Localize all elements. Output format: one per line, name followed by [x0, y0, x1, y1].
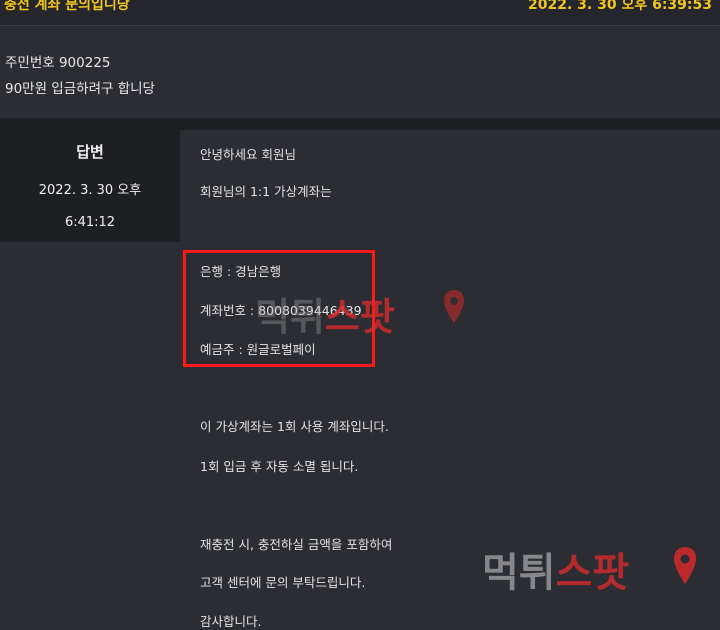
- answer-body: 안녕하세요 회원님 회원님의 1:1 가상계좌는 은행 : 경남은행 계좌번호 …: [180, 130, 720, 629]
- watermark-corner: 먹튀스팟: [482, 540, 629, 598]
- answer-label: 답변: [76, 143, 104, 161]
- inquiry-title: 충전 계좌 문의입니당: [4, 0, 130, 13]
- watermark-text-part2: 스팟: [324, 295, 395, 339]
- watermark-text-part1: 먹튀: [255, 295, 325, 339]
- answer-line-thanks: 감사합니다.: [200, 614, 262, 629]
- location-pin-icon: [444, 290, 464, 323]
- question-line-1: 주민번호 900225: [5, 55, 111, 71]
- answer-date: 2022. 3. 30 오후: [38, 183, 142, 198]
- question-body: 주민번호 900225 90만원 입금하려구 합니당: [0, 26, 720, 118]
- answer-line-notice-1: 이 가상계좌는 1회 사용 계좌입니다.: [200, 419, 389, 434]
- answer-time: 6:41:12: [64, 215, 116, 230]
- answer-line-notice-2: 1회 입금 후 자동 소멸 됩니다.: [200, 459, 359, 474]
- question-line-2: 90만원 입금하려구 합니당: [5, 81, 155, 97]
- answer-header: 답변 2022. 3. 30 오후 6:41:12: [0, 130, 180, 242]
- answer-line-recharge-1: 재충전 시, 충전하실 금액을 포함하여: [200, 537, 393, 552]
- answer-line-greeting: 안녕하세요 회원님: [200, 147, 296, 162]
- question-header: 충전 계좌 문의입니당 2022. 3. 30 오후 6:39:53: [0, 0, 720, 26]
- section-divider: [0, 118, 720, 130]
- watermark-corner-part1: 먹튀: [482, 550, 556, 596]
- answer-line-recharge-2: 고객 센터에 문의 부탁드립니다.: [200, 575, 366, 590]
- watermark-center: 먹튀스팟: [255, 286, 395, 341]
- watermark-corner-part2: 스팟: [555, 550, 630, 596]
- location-pin-icon-corner: [674, 547, 696, 584]
- answer-line-intro: 회원님의 1:1 가상계좌는: [200, 184, 332, 199]
- inquiry-date: 2022. 3. 30 오후 6:39:53: [528, 0, 712, 13]
